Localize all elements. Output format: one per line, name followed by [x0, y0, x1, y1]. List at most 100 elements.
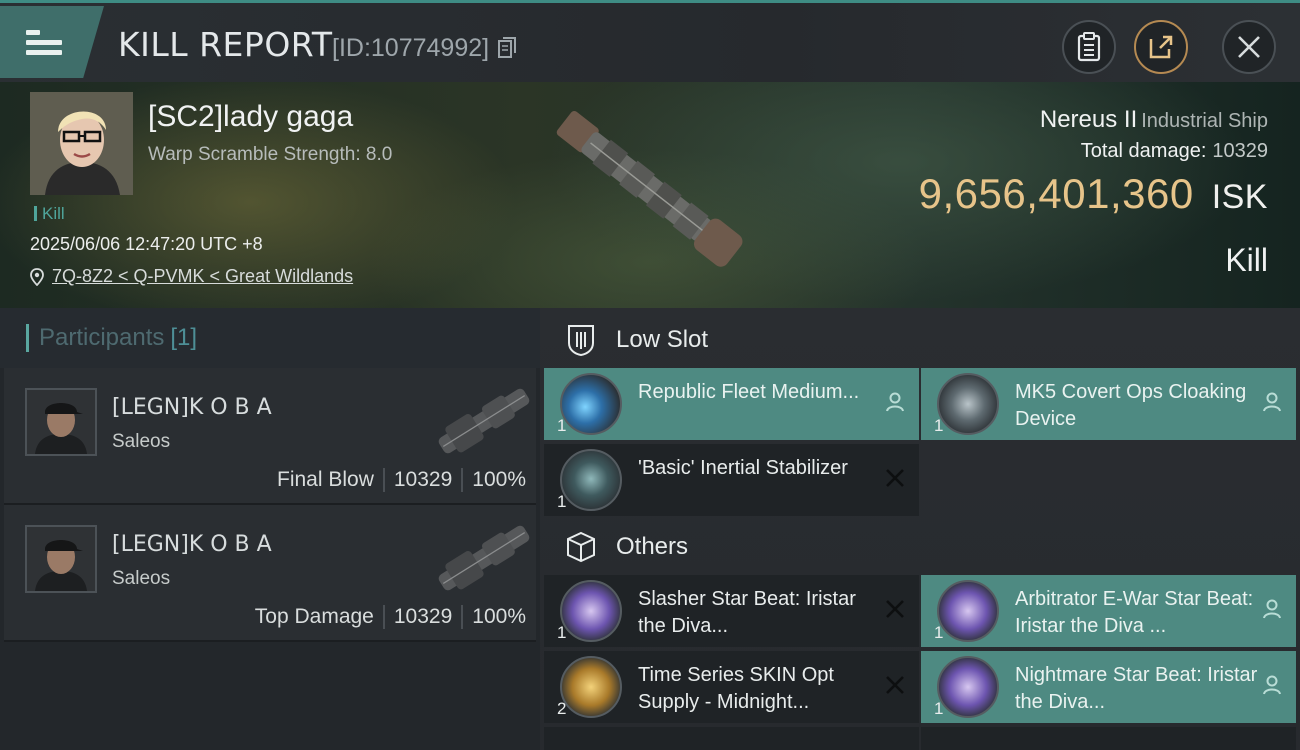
module-qty: 1: [934, 623, 944, 642]
module-item[interactable]: 2 Time Series SKIN Opt Supply - Midnight…: [544, 651, 919, 723]
participant-avatar[interactable]: [25, 388, 97, 456]
module-item[interactable]: 1 'Basic' Inertial Stabilizer: [544, 444, 919, 516]
low-slot-label: Low Slot: [616, 326, 709, 353]
participant-stats: Top Damage 10329 100%: [255, 605, 526, 629]
participants-label: Participants: [39, 324, 165, 351]
location-pin-icon: [30, 267, 44, 286]
participants-header: Participants [1]: [0, 308, 540, 368]
participant-row[interactable]: [LEGN]K O B A Saleos Top Damage 10329 10…: [4, 505, 536, 642]
participant-avatar[interactable]: [25, 525, 97, 593]
module-qty: 1: [557, 416, 567, 435]
ship-class: Industrial Ship: [1141, 110, 1268, 132]
close-icon: [1238, 36, 1260, 58]
total-damage-value: 10329: [1212, 140, 1268, 162]
module-name: MK5 Covert Ops Cloaking Device: [1015, 381, 1247, 430]
module-item[interactable]: [544, 727, 919, 750]
others-header: Others: [544, 517, 1296, 577]
kill-location[interactable]: 7Q-8Z2 < Q-PVMK < Great Wildlands: [30, 266, 353, 287]
location-link[interactable]: 7Q-8Z2 < Q-PVMK < Great Wildlands: [52, 266, 353, 287]
clipboard-button[interactable]: [1062, 20, 1116, 74]
module-name: 'Basic' Inertial Stabilizer: [638, 457, 848, 479]
kill-timestamp: 2025/06/06 12:47:20 UTC +8: [30, 234, 263, 254]
isk-amount: 9,656,401,360: [918, 170, 1194, 217]
module-item[interactable]: 1 Arbitrator E-War Star Beat: Iristar th…: [921, 575, 1296, 647]
kill-result: Kill: [1225, 242, 1268, 278]
module-item[interactable]: 1 Slasher Star Beat: Iristar the Diva...: [544, 575, 919, 647]
participant-ship-image: [438, 388, 530, 454]
menu-button[interactable]: [0, 6, 104, 78]
module-qty: 1: [934, 416, 944, 435]
module-qty: 2: [557, 699, 567, 718]
participant-role: Final Blow: [277, 468, 374, 491]
destroyed-x-icon: [886, 600, 904, 618]
portrait-image: [27, 527, 95, 591]
person-icon: [1263, 599, 1281, 619]
module-item[interactable]: [921, 727, 1296, 750]
divider: [382, 605, 385, 629]
portrait-image: [30, 92, 133, 195]
copy-icon[interactable]: [498, 37, 516, 59]
victim-avatar[interactable]: [30, 92, 133, 195]
participant-role: Top Damage: [254, 605, 374, 628]
warp-scramble: Warp Scramble Strength: 8.0: [148, 144, 393, 165]
participant-percent: 100%: [472, 468, 526, 491]
share-button[interactable]: [1134, 20, 1188, 74]
top-bar: KILL REPORT [ID:10774992]: [0, 0, 1300, 82]
close-button[interactable]: [1222, 20, 1276, 74]
module-qty: 1: [557, 623, 567, 642]
cube-icon: [567, 531, 595, 563]
participant-ship: Saleos: [112, 568, 171, 589]
module-icon: [937, 580, 999, 642]
divider: [461, 468, 464, 492]
report-id: [ID:10774992]: [332, 34, 490, 62]
others-label: Others: [616, 533, 689, 560]
module-icon: [937, 373, 999, 435]
participant-percent: 100%: [472, 605, 526, 628]
module-qty: 1: [934, 699, 944, 718]
person-icon: [886, 392, 904, 412]
participant-ship: Saleos: [112, 431, 171, 452]
divider: [461, 605, 464, 629]
divider: [382, 468, 385, 492]
module-icon: [560, 580, 622, 642]
module-icon: [560, 449, 622, 511]
isk-value: 9,656,401,360 ISK: [919, 170, 1268, 218]
module-item[interactable]: 1 Nightmare Star Beat: Iristar the Diva.…: [921, 651, 1296, 723]
page-title: KILL REPORT: [118, 25, 333, 64]
participant-row[interactable]: [LEGN]K O B A Saleos Final Blow 10329 10…: [4, 368, 536, 505]
share-icon: [1149, 35, 1173, 59]
participant-damage: 10329: [393, 605, 453, 628]
low-slot-header: Low Slot: [544, 310, 1296, 370]
participants-panel: Participants [1] [LEGN]K O B A Saleos Fin…: [0, 308, 540, 750]
module-icon: [560, 373, 622, 435]
participants-count: [1]: [170, 324, 198, 351]
ship-name: Nereus II: [1039, 106, 1138, 133]
destroyed-x-icon: [886, 676, 904, 694]
low-slot-icon: [568, 325, 594, 357]
isk-unit: ISK: [1211, 178, 1268, 216]
participant-name[interactable]: [LEGN]K O B A: [112, 532, 272, 557]
module-name: Nightmare Star Beat: Iristar the Diva...: [1015, 664, 1258, 713]
hamburger-icon: [26, 25, 62, 60]
person-icon: [1263, 675, 1281, 695]
module-item[interactable]: 1 MK5 Covert Ops Cloaking Device: [921, 368, 1296, 440]
destroyed-x-icon: [886, 469, 904, 487]
victim-name[interactable]: [SC2]lady gaga: [148, 100, 353, 134]
victim-ship[interactable]: Nereus II Industrial Ship: [1040, 106, 1268, 134]
module-name: Arbitrator E-War Star Beat: Iristar the …: [1015, 588, 1254, 637]
module-item[interactable]: 1 Republic Fleet Medium...: [544, 368, 919, 440]
module-qty: 1: [557, 492, 567, 511]
participant-damage: 10329: [393, 468, 453, 491]
module-name: Time Series SKIN Opt Supply - Midnight..…: [638, 664, 834, 713]
module-name: Republic Fleet Medium...: [638, 381, 860, 403]
module-icon: [937, 656, 999, 718]
module-icon: [560, 656, 622, 718]
victim-ship-image: [556, 110, 743, 267]
portrait-image: [27, 390, 95, 454]
participant-name[interactable]: [LEGN]K O B A: [112, 395, 272, 420]
participant-stats: Final Blow 10329 100%: [277, 468, 526, 492]
module-name: Slasher Star Beat: Iristar the Diva...: [638, 588, 856, 637]
kill-tag: Kill: [34, 204, 65, 224]
fitting-panel: Low Slot 1 Republic Fleet Medium... 1 MK…: [540, 308, 1300, 750]
participant-ship-image: [438, 525, 530, 591]
